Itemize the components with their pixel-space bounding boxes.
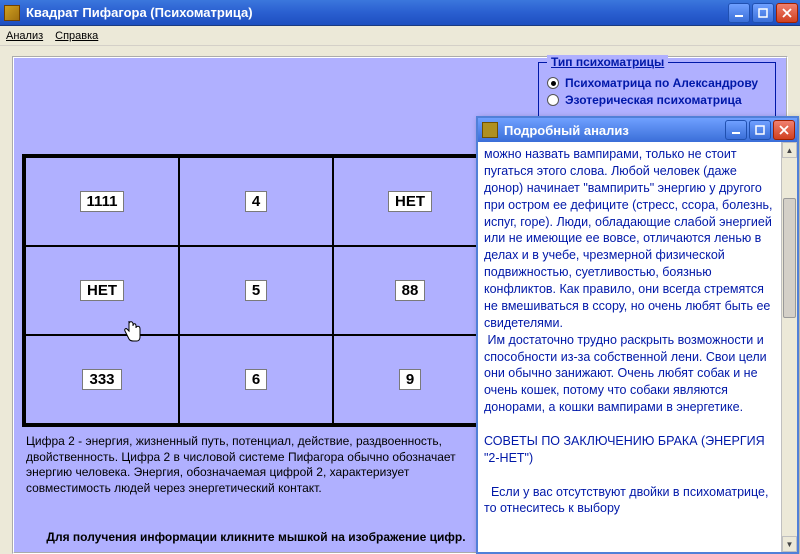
pythagoras-grid: 1111 4 НЕТ НЕТ 5 88 333 6 9 <box>22 154 490 427</box>
menu-analysis[interactable]: Анализ <box>6 30 43 42</box>
minimize-button[interactable] <box>728 3 750 23</box>
grid-cell[interactable]: 333 <box>25 335 179 424</box>
analysis-window: Подробный анализ можно назвать вампирами… <box>476 116 799 554</box>
radio-label: Психоматрица по Александрову <box>565 76 758 90</box>
scroll-thumb[interactable] <box>783 198 796 318</box>
menubar: Анализ Справка <box>0 26 800 46</box>
cell-value: 333 <box>82 369 121 390</box>
grid-cell[interactable]: 4 <box>179 157 333 246</box>
grid-cell[interactable]: НЕТ <box>25 246 179 335</box>
scroll-down-button[interactable]: ▼ <box>782 536 797 552</box>
maximize-button[interactable] <box>752 3 774 23</box>
type-group: Тип психоматрицы Психоматрица по Алексан… <box>538 62 776 119</box>
analysis-close-button[interactable] <box>773 120 795 140</box>
radio-option[interactable]: Психоматрица по Александрову <box>547 76 767 90</box>
cell-value: 6 <box>245 369 267 390</box>
grid-cell[interactable]: 6 <box>179 335 333 424</box>
radio-icon <box>547 77 559 89</box>
analysis-maximize-button[interactable] <box>749 120 771 140</box>
grid-cell[interactable]: 1111 <box>25 157 179 246</box>
window-title: Квадрат Пифагора (Психоматрица) <box>26 5 728 20</box>
radio-label: Эзотерическая психоматрица <box>565 93 742 107</box>
main-titlebar: Квадрат Пифагора (Психоматрица) <box>0 0 800 26</box>
cell-value: 5 <box>245 280 267 301</box>
analysis-icon <box>482 122 498 138</box>
analysis-minimize-button[interactable] <box>725 120 747 140</box>
scroll-up-button[interactable]: ▲ <box>782 142 797 158</box>
grid-cell[interactable]: НЕТ <box>333 157 487 246</box>
menu-help[interactable]: Справка <box>55 30 98 42</box>
cell-value: 88 <box>395 280 426 301</box>
cell-value: НЕТ <box>80 280 124 301</box>
analysis-scrollbar[interactable]: ▲ ▼ <box>781 142 797 552</box>
hint-text: Для получения информации кликните мышкой… <box>26 530 486 544</box>
cell-value: 9 <box>399 369 421 390</box>
cell-value: 4 <box>245 191 267 212</box>
digit-summary: Цифра 2 - энергия, жизненный путь, потен… <box>26 434 486 496</box>
grid-cell[interactable]: 9 <box>333 335 487 424</box>
radio-icon <box>547 94 559 106</box>
cell-value: 1111 <box>80 191 125 212</box>
analysis-body: можно назвать вампирами, только не стоит… <box>478 142 797 552</box>
grid-cell[interactable]: 5 <box>179 246 333 335</box>
analysis-titlebar[interactable]: Подробный анализ <box>478 118 797 142</box>
cell-value: НЕТ <box>388 191 432 212</box>
analysis-title: Подробный анализ <box>504 123 725 138</box>
app-icon <box>4 5 20 21</box>
scroll-track[interactable] <box>782 158 797 536</box>
close-button[interactable] <box>776 3 798 23</box>
grid-cell[interactable]: 88 <box>333 246 487 335</box>
analysis-text[interactable]: можно назвать вампирами, только не стоит… <box>478 142 781 552</box>
radio-option[interactable]: Эзотерическая психоматрица <box>547 93 767 107</box>
type-group-legend: Тип психоматрицы <box>547 55 668 69</box>
